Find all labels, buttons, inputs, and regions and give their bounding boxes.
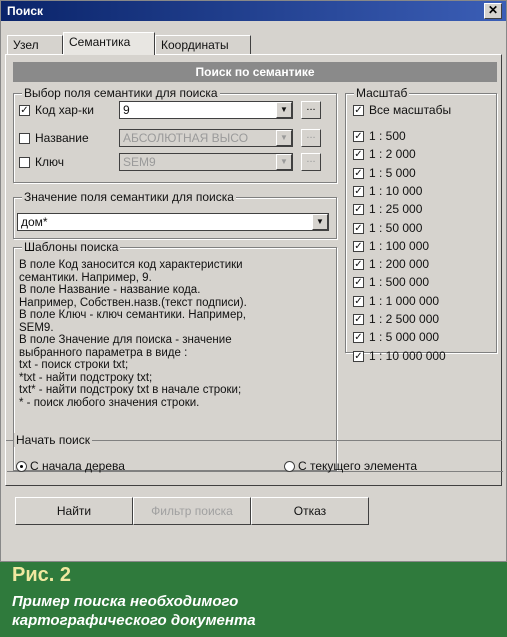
all-scales-label: Все масштабы — [369, 103, 452, 117]
help-line: *txt - найти подстроку txt; — [19, 371, 153, 384]
scale-label: 1 : 10 000 000 — [369, 348, 446, 363]
scale-checkbox[interactable]: ✓ — [353, 314, 364, 325]
scale-checkbox[interactable]: ✓ — [353, 131, 364, 142]
key-value: SEM9 — [123, 155, 156, 169]
scale-checkbox[interactable]: ✓ — [353, 240, 364, 252]
help-line: семантики. Например, 9. — [19, 271, 152, 284]
from-current-element-label: С текущего элемента — [298, 459, 418, 473]
filter-button[interactable]: Фильтр поиска — [133, 497, 251, 525]
help-line: Например, Собствен.назв.(текст подписи). — [19, 296, 247, 309]
scale-label: 1 : 10 000 — [369, 183, 423, 198]
scale-label: 1 : 500 — [369, 129, 406, 143]
search-value-legend: Значение поля семантики для поиска — [22, 190, 236, 204]
tab-semantics[interactable]: Семантика — [63, 32, 155, 55]
all-scales-checkbox[interactable]: ✓ — [353, 105, 364, 116]
name-label: Название — [35, 131, 89, 145]
scale-checkbox[interactable]: ✓ — [353, 222, 364, 234]
scale-label: 1 : 5 000 000 — [369, 330, 440, 345]
code-checkbox[interactable]: ✓ — [19, 105, 30, 116]
figure-description: Пример поиска необходимого картографичес… — [12, 592, 256, 630]
chevron-down-icon[interactable]: ▼ — [312, 214, 328, 230]
scale-label: 1 : 2 500 000 — [369, 312, 440, 326]
key-checkbox[interactable] — [19, 157, 30, 168]
search-value-text: дом* — [21, 215, 48, 229]
cancel-button[interactable]: Отказ — [251, 497, 369, 525]
code-browse-button[interactable]: ... — [301, 101, 321, 119]
from-tree-start-radio[interactable] — [16, 461, 27, 472]
from-tree-start-label: С начала дерева — [30, 459, 125, 473]
help-line: выбранного параметра в виде : — [19, 346, 188, 359]
help-line: * - поиск любого значения строки. — [19, 396, 200, 409]
close-icon[interactable]: ✕ — [484, 3, 502, 19]
scale-checkbox[interactable]: ✓ — [353, 185, 364, 197]
scale-label: 1 : 50 000 — [369, 220, 423, 235]
tab-coordinates[interactable]: Координаты — [155, 35, 251, 54]
name-combo[interactable]: АБСОЛЮТНАЯ ВЫСО ▼ — [119, 129, 293, 147]
help-line: В поле Код заносится код характеристики — [19, 259, 243, 271]
figure-number: Рис. 2 — [12, 564, 71, 586]
help-line: В поле Значение для поиска - значение — [19, 334, 232, 346]
chevron-down-icon[interactable]: ▼ — [276, 130, 292, 146]
scale-label: 1 : 200 000 — [369, 257, 430, 272]
chevron-down-icon[interactable]: ▼ — [276, 154, 292, 170]
scale-checkbox[interactable]: ✓ — [353, 149, 364, 161]
scale-legend: Масштаб — [354, 86, 410, 100]
key-combo[interactable]: SEM9 ▼ — [119, 153, 293, 171]
start-search-frame: Начать поиск С начала дерева С текущего … — [6, 433, 502, 487]
tab-node[interactable]: Узел — [7, 35, 63, 54]
caption-line: Пример поиска необходимого — [12, 593, 239, 610]
semantic-field-legend: Выбор поля семантики для поиска — [22, 86, 220, 100]
code-label: Код хар-ки — [35, 103, 94, 117]
help-line: В поле Название - название кода. — [19, 284, 201, 296]
title-bar: Поиск ✕ — [1, 1, 506, 21]
window-title: Поиск — [7, 4, 44, 18]
scale-checkbox[interactable]: ✓ — [353, 204, 364, 216]
scale-checkbox[interactable]: ✓ — [353, 259, 364, 271]
scale-checkbox[interactable]: ✓ — [353, 350, 364, 362]
caption-line: картографического документа — [12, 612, 256, 629]
name-browse-button[interactable]: ... — [301, 129, 321, 147]
scale-label: 1 : 5 000 — [369, 165, 416, 180]
scale-checkbox[interactable]: ✓ — [353, 277, 364, 289]
scale-label: 1 : 100 000 — [369, 238, 430, 253]
templates-legend: Шаблоны поиска — [22, 240, 121, 254]
chevron-down-icon[interactable]: ▼ — [276, 102, 292, 118]
help-line: SEM9. — [19, 321, 54, 334]
scale-label: 1 : 25 000 — [369, 202, 423, 217]
from-current-element-radio[interactable] — [284, 461, 295, 472]
name-value: АБСОЛЮТНАЯ ВЫСО — [123, 131, 249, 145]
scale-label: 1 : 2 000 — [369, 147, 416, 162]
scale-checkbox[interactable]: ✓ — [353, 167, 364, 179]
code-combo[interactable]: 9 ▼ — [119, 101, 293, 119]
scale-label: 1 : 500 000 — [369, 275, 430, 290]
help-line: txt* - найти подстроку txt в начале стро… — [19, 384, 242, 396]
figure-caption: Рис. 2 Пример поиска необходимого картог… — [0, 562, 507, 637]
help-line: txt - поиск строки txt; — [19, 359, 129, 371]
search-value-combo[interactable]: дом* ▼ — [17, 213, 329, 231]
key-browse-button[interactable]: ... — [301, 153, 321, 171]
name-checkbox[interactable] — [19, 133, 30, 144]
help-line: В поле Ключ - ключ семантики. Например, — [19, 309, 246, 321]
find-button[interactable]: Найти — [15, 497, 133, 525]
scale-label: 1 : 1 000 000 — [369, 293, 440, 308]
start-search-legend: Начать поиск — [14, 433, 92, 447]
templates-help-text: В поле Код заносится код характеристики … — [19, 259, 337, 409]
key-label: Ключ — [35, 155, 64, 169]
scale-checkbox[interactable]: ✓ — [353, 332, 364, 344]
code-value: 9 — [123, 103, 130, 117]
scale-checkbox[interactable]: ✓ — [353, 295, 364, 307]
page-title: Поиск по семантике — [13, 62, 497, 82]
